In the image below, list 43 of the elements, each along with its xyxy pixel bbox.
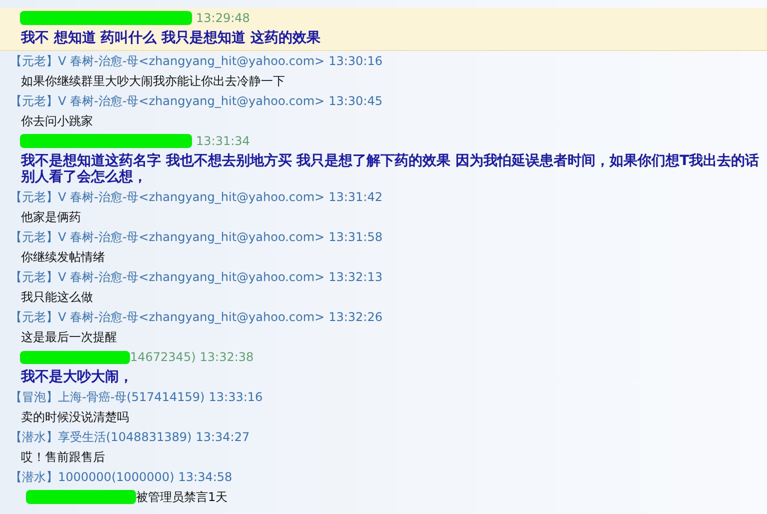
message-text: 如果你继续群里大吵大闹我亦能让你出去冷静一下 bbox=[20, 73, 286, 90]
member-rank-label: 【元老】 bbox=[10, 189, 58, 206]
sender-name: V 春树-治愈-母<zhangyang_hit@yahoo.com> bbox=[58, 309, 325, 326]
message-text: 这是最后一次提醒 bbox=[20, 329, 118, 346]
message-time: 13:30:45 bbox=[328, 93, 382, 110]
message-time: 13:31:58 bbox=[328, 229, 382, 246]
sender-name: 1000000(1000000) bbox=[58, 469, 174, 486]
message-time: 13:31:42 bbox=[328, 189, 382, 206]
member-rank-label: 【潜水】 bbox=[10, 469, 58, 486]
message-time: 13:32:26 bbox=[328, 309, 382, 326]
member-rank-label: 【元老】 bbox=[10, 269, 58, 286]
message-text: 你去问小跳家 bbox=[20, 113, 94, 130]
message-time: 13:34:27 bbox=[196, 429, 250, 446]
sender-id: 14672345) bbox=[130, 349, 196, 366]
sender-name: V 春树-治愈-母<zhangyang_hit@yahoo.com> bbox=[58, 53, 325, 70]
sender-name: 上海-骨癌-母(517414159) bbox=[58, 389, 205, 406]
message-text: 我不是想知道这药名字 我也不想去别地方买 我只是想了解下药的效果 因为我怕延误患者时间，如果你们想T我出去的话别人看了会怎么想， bbox=[20, 152, 760, 187]
system-notice: 被管理员禁言1天 bbox=[136, 489, 228, 506]
message-time: 13:32:38 bbox=[200, 349, 254, 366]
member-rank-label: 【元老】 bbox=[10, 309, 58, 326]
member-rank-label: 【元老】 bbox=[10, 229, 58, 246]
message-text: 他家是俩药 bbox=[20, 209, 82, 226]
message-text: 哎！售前跟售后 bbox=[20, 449, 106, 466]
message-time: 13:32:13 bbox=[328, 269, 382, 286]
message-time: 13:33:16 bbox=[208, 389, 263, 406]
member-rank-label: 【元老】 bbox=[10, 53, 58, 70]
member-rank-label: 【元老】 bbox=[10, 93, 58, 110]
message-time: 13:30:16 bbox=[328, 53, 382, 70]
message-time: 13:34:58 bbox=[178, 469, 232, 486]
message-text: 卖的时候没说清楚吗 bbox=[20, 409, 130, 426]
sender-name: V 春树-治愈-母<zhangyang_hit@yahoo.com> bbox=[58, 93, 325, 110]
member-rank-label: 【潜水】 bbox=[10, 429, 58, 446]
message-time: 13:31:34 bbox=[196, 133, 250, 150]
message-time: 13:29:48 bbox=[196, 10, 250, 27]
message-text: 我不 想知道 药叫什么 我只是想知道 这药的效果 bbox=[20, 28, 322, 48]
sender-name: V 春树-治愈-母<zhangyang_hit@yahoo.com> bbox=[58, 189, 325, 206]
sender-name: V 春树-治愈-母<zhangyang_hit@yahoo.com> bbox=[58, 229, 325, 246]
message-text: 我不是大吵大闹， bbox=[20, 368, 134, 387]
message-text: 我只能这么做 bbox=[20, 289, 94, 306]
message-text: 你继续发帖情绪 bbox=[20, 249, 106, 266]
sender-name: 享受生活(1048831389) bbox=[58, 429, 192, 446]
sender-name: V 春树-治愈-母<zhangyang_hit@yahoo.com> bbox=[58, 269, 325, 286]
member-rank-label: 【冒泡】 bbox=[10, 389, 58, 406]
